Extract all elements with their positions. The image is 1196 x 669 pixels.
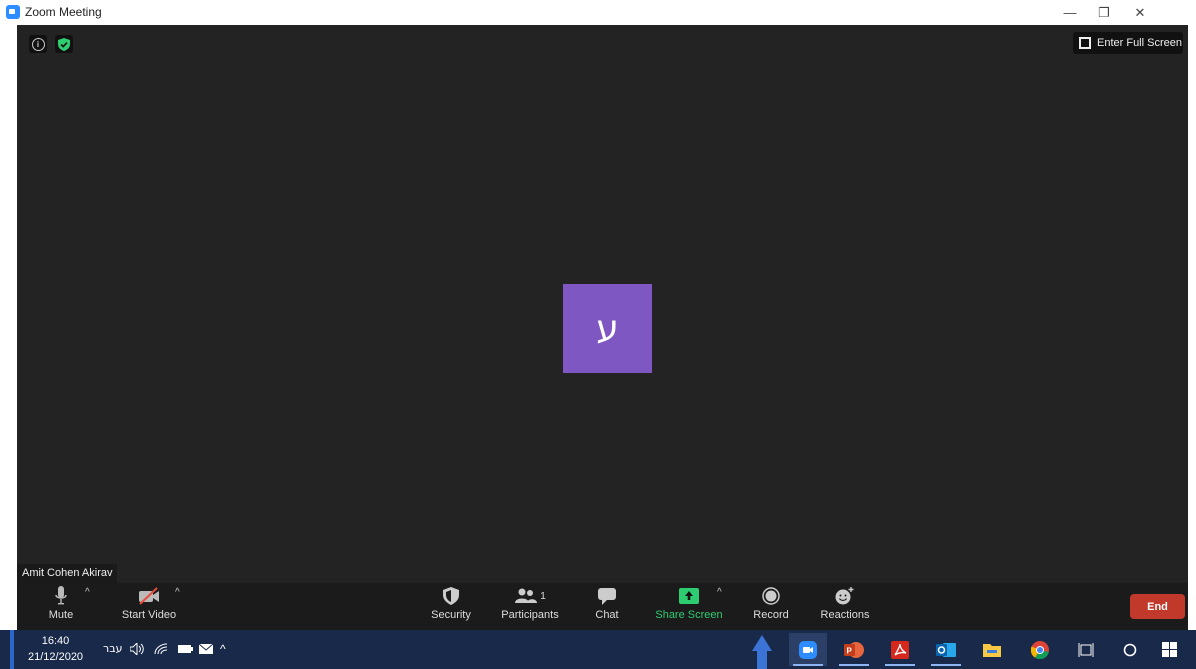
active-indicator bbox=[885, 664, 915, 666]
chat-label: Chat bbox=[595, 609, 619, 621]
arrow-up-icon bbox=[752, 635, 772, 651]
active-indicator bbox=[839, 664, 869, 666]
wifi-icon[interactable] bbox=[154, 640, 168, 658]
taskbar-zoom-app[interactable] bbox=[789, 633, 827, 666]
enter-full-screen-button[interactable]: Enter Full Screen bbox=[1073, 32, 1183, 54]
file-explorer-icon bbox=[983, 643, 1001, 657]
arrow-stem-icon bbox=[757, 651, 767, 669]
window-edge-left bbox=[0, 25, 17, 630]
window-edge-right bbox=[1188, 25, 1196, 630]
active-indicator bbox=[793, 664, 823, 666]
acrobat-icon bbox=[891, 640, 909, 659]
cortana-icon bbox=[1123, 643, 1137, 656]
audio-options-caret-icon[interactable]: ^ bbox=[85, 587, 90, 598]
microphone-icon bbox=[55, 583, 67, 609]
people-icon bbox=[515, 588, 538, 603]
participants-label: Participants bbox=[501, 609, 559, 621]
windows-start-icon bbox=[1161, 642, 1177, 657]
minimize-button[interactable]: — bbox=[1052, 0, 1088, 25]
zoom-logo-icon bbox=[6, 5, 20, 19]
clock-date: 21/12/2020 bbox=[28, 651, 84, 663]
taskbar-cortana[interactable] bbox=[1111, 633, 1149, 666]
shield-icon bbox=[443, 583, 459, 609]
fullscreen-icon bbox=[1079, 37, 1091, 49]
window-title: Zoom Meeting bbox=[25, 5, 102, 19]
reactions-button[interactable]: Reactions bbox=[817, 583, 873, 630]
mute-button[interactable]: Mute bbox=[39, 583, 83, 630]
participants-button[interactable]: 1 Participants bbox=[497, 583, 563, 630]
share-screen-label: Share Screen bbox=[655, 609, 723, 621]
windows-taskbar: 16:40 21/12/2020 עבר ^ P bbox=[0, 630, 1196, 669]
participants-count: 1 bbox=[540, 590, 546, 602]
taskbar-edge-highlight bbox=[10, 630, 14, 669]
title-bar: Zoom Meeting — ❐ ✕ bbox=[0, 0, 1196, 25]
start-video-button[interactable]: Start Video bbox=[117, 583, 181, 630]
taskbar-start-button[interactable] bbox=[1150, 633, 1188, 666]
record-icon bbox=[762, 583, 780, 609]
participant-name-tag: Amit Cohen Akirav bbox=[17, 564, 118, 583]
record-button[interactable]: Record bbox=[749, 583, 793, 630]
start-video-label: Start Video bbox=[121, 609, 177, 621]
input-language-indicator[interactable]: עבר bbox=[103, 642, 122, 655]
reactions-label: Reactions bbox=[820, 609, 870, 621]
enter-full-screen-label: Enter Full Screen bbox=[1097, 37, 1182, 49]
mute-label: Mute bbox=[48, 609, 74, 621]
chat-bubble-icon bbox=[598, 583, 616, 609]
mail-icon[interactable] bbox=[199, 640, 213, 658]
taskbar-file-explorer-app[interactable] bbox=[973, 633, 1011, 666]
volume-icon[interactable] bbox=[130, 640, 144, 658]
participants-icon-group: 1 bbox=[514, 583, 546, 609]
video-off-icon bbox=[137, 583, 161, 609]
shield-check-icon bbox=[58, 37, 70, 51]
meeting-toolbar: Mute ^ Start Video ^ Security 1 Particip… bbox=[17, 583, 1188, 630]
video-area: i Enter Full Screen ע Amit Cohen Akirav bbox=[17, 25, 1188, 583]
taskbar-chrome-app[interactable] bbox=[1021, 633, 1059, 666]
task-view-icon bbox=[1078, 642, 1094, 657]
share-screen-button[interactable]: Share Screen bbox=[655, 583, 723, 630]
battery-icon[interactable] bbox=[178, 640, 194, 658]
share-options-caret-icon[interactable]: ^ bbox=[717, 587, 722, 598]
video-options-caret-icon[interactable]: ^ bbox=[175, 587, 180, 598]
close-button[interactable]: ✕ bbox=[1122, 0, 1158, 25]
powerpoint-icon: P bbox=[844, 641, 864, 658]
zoom-icon bbox=[799, 640, 817, 659]
meeting-info-button[interactable]: i bbox=[29, 35, 47, 53]
smiley-add-icon bbox=[835, 583, 855, 609]
active-indicator bbox=[931, 664, 961, 666]
outlook-icon bbox=[936, 642, 956, 657]
chat-button[interactable]: Chat bbox=[592, 583, 622, 630]
security-label: Security bbox=[431, 609, 471, 621]
taskbar-acrobat-app[interactable] bbox=[881, 633, 919, 666]
encryption-status-button[interactable] bbox=[55, 35, 73, 53]
info-icon: i bbox=[31, 37, 45, 51]
taskbar-powerpoint-app[interactable]: P bbox=[835, 633, 873, 666]
end-meeting-button[interactable]: End bbox=[1130, 594, 1185, 619]
taskbar-task-view[interactable] bbox=[1067, 633, 1105, 666]
svg-text:P: P bbox=[847, 646, 853, 655]
chevron-up-icon[interactable]: ^ bbox=[220, 640, 226, 658]
clock-time: 16:40 bbox=[41, 635, 70, 647]
record-label: Record bbox=[753, 609, 789, 621]
chrome-icon bbox=[1031, 640, 1049, 659]
security-button[interactable]: Security bbox=[427, 583, 475, 630]
share-screen-icon bbox=[679, 583, 699, 609]
restore-button[interactable]: ❐ bbox=[1086, 0, 1122, 25]
taskbar-clock[interactable]: 16:40 21/12/2020 bbox=[28, 633, 83, 665]
participant-avatar: ע bbox=[563, 284, 652, 373]
taskbar-outlook-app[interactable] bbox=[927, 633, 965, 666]
